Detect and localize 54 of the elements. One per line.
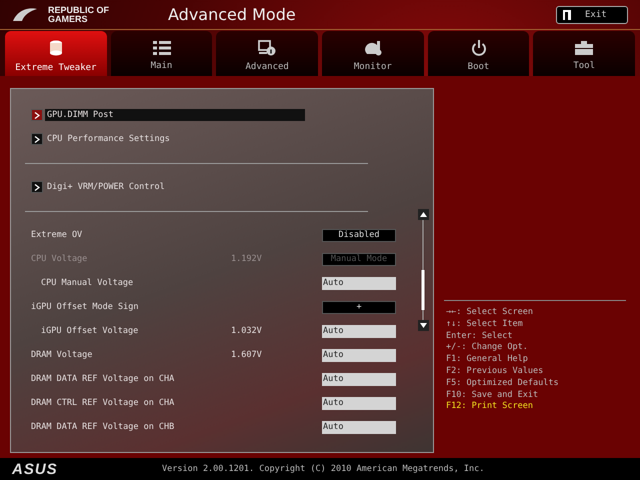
window-title: Advanced Mode <box>168 5 297 24</box>
setting-label: DRAM Voltage <box>31 350 94 360</box>
brand-name: REPUBLIC OF GAMERS <box>48 6 110 24</box>
list-icon <box>152 40 170 54</box>
setting-label: DRAM CTRL REF Voltage on CHA <box>31 398 176 408</box>
value-field[interactable]: Auto <box>322 372 396 386</box>
value-field[interactable]: Auto <box>322 348 396 362</box>
brand-logo: ASUS <box>12 460 59 478</box>
key-help-text: ↑↓: Select Item <box>445 318 524 331</box>
tab[interactable]: Tool <box>533 31 636 76</box>
thermometer-gauge-icon <box>364 40 382 56</box>
key-help-text: F2: Previous Values <box>445 366 544 378</box>
value-field[interactable]: Auto <box>322 324 396 338</box>
value-field[interactable]: Auto <box>322 396 396 410</box>
chevron-icon <box>31 109 43 121</box>
key-help-text: →←: Select Screen <box>445 307 534 319</box>
voltage-reading: 1.607V <box>231 350 263 360</box>
power-icon <box>470 40 487 56</box>
tab[interactable]: Monitor <box>322 31 424 76</box>
door-icon <box>563 10 571 20</box>
toolbox-icon <box>575 40 594 54</box>
setting-label: Extreme OV <box>31 230 84 240</box>
monitor-info-icon <box>258 40 276 56</box>
tab[interactable]: Boot <box>428 31 530 76</box>
scrollbar-track[interactable] <box>421 220 425 320</box>
option-selector[interactable]: Disabled <box>322 228 396 242</box>
key-help-text: F5: Optimized Defaults <box>445 378 560 390</box>
key-help-text: F10: Save and Exit <box>445 390 540 402</box>
exit-button[interactable]: Exit <box>556 6 628 24</box>
voltage-reading: 1.032V <box>231 326 263 336</box>
scroll-down-icon[interactable] <box>418 320 428 331</box>
tab[interactable]: Extreme Tweaker <box>5 31 107 76</box>
chevron-icon <box>31 133 43 145</box>
scroll-up-icon[interactable] <box>418 209 428 220</box>
tab[interactable]: Advanced <box>216 31 318 76</box>
setting-label: CPU Voltage <box>31 254 88 264</box>
setting-label: DRAM DATA REF Voltage on CHB <box>31 422 176 432</box>
setting-label: CPU Manual Voltage <box>41 278 134 288</box>
submenu-item[interactable]: CPU Performance Settings <box>45 133 305 145</box>
tab[interactable]: Main <box>110 31 212 76</box>
voltage-reading: 1.192V <box>231 254 263 264</box>
submenu-item[interactable]: Digi+ VRM/POWER Control <box>45 181 305 193</box>
key-help-text: F12: Print Screen <box>445 401 534 414</box>
option-selector[interactable]: + <box>322 300 396 314</box>
setting-label: iGPU Offset Voltage <box>41 326 140 336</box>
submenu-item[interactable]: GPU.DIMM Post <box>45 109 305 121</box>
key-help-text: Enter: Select <box>445 330 514 342</box>
key-help-text: F1: General Help <box>445 354 529 366</box>
chevron-icon <box>31 181 43 193</box>
value-field[interactable]: Auto <box>322 420 396 434</box>
setting-label: iGPU Offset Mode Sign <box>31 302 140 312</box>
key-help-text: +/-: Change Opt. <box>445 342 529 354</box>
version-text: Version 2.00.1201. Copyright (C) 2010 American Megatrends, Inc. <box>162 464 484 474</box>
setting-label: DRAM DATA REF Voltage on CHA <box>31 374 176 384</box>
